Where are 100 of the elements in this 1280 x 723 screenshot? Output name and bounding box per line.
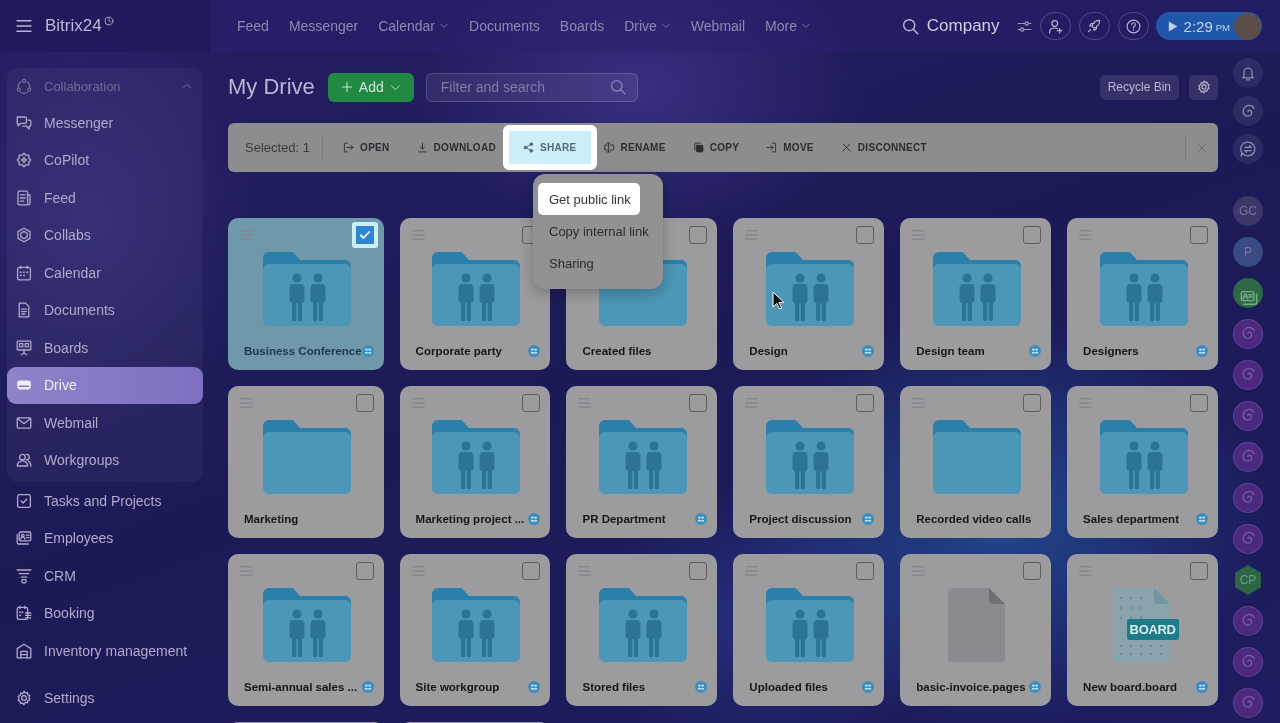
add-button[interactable]: Add: [327, 72, 414, 102]
folder-card[interactable]: Stored files: [566, 554, 718, 706]
nav-item[interactable]: Messenger: [288, 18, 359, 34]
sidebar-item[interactable]: CRM: [7, 557, 203, 595]
sidebar-item[interactable]: Employees: [7, 519, 203, 557]
action-button[interactable]: MOVE: [759, 131, 821, 164]
chat-avatar[interactable]: [1233, 442, 1263, 472]
action-button[interactable]: DISCONNECT: [833, 131, 934, 164]
assistant-button[interactable]: [1233, 96, 1263, 126]
folder-card[interactable]: Design team: [900, 218, 1052, 370]
checkbox[interactable]: [856, 562, 875, 580]
menu-icon[interactable]: [16, 19, 32, 33]
checkbox[interactable]: [856, 394, 875, 412]
sidebar-item[interactable]: Inventory management: [7, 632, 203, 670]
checkbox[interactable]: [1023, 562, 1042, 580]
work-day-button[interactable]: 2:29 PM: [1155, 12, 1262, 40]
checkbox[interactable]: [1190, 562, 1208, 580]
drag-handle-icon[interactable]: [240, 229, 253, 241]
chat-avatar[interactable]: [1233, 278, 1263, 308]
menu-item[interactable]: Get public link: [538, 183, 640, 215]
notifications-button[interactable]: [1233, 58, 1263, 88]
folder-card[interactable]: Site workgroup: [399, 554, 551, 706]
chat-avatar[interactable]: [1233, 524, 1263, 554]
nav-item[interactable]: Drive: [624, 18, 671, 34]
nav-item[interactable]: Documents: [469, 18, 540, 34]
folder-card[interactable]: Sales department: [1067, 386, 1218, 538]
sidebar-item[interactable]: Feed: [7, 179, 203, 217]
checkbox[interactable]: [689, 562, 708, 580]
folder-card[interactable]: Designers: [1067, 218, 1218, 370]
rocket-icon: [1087, 19, 1102, 33]
folder-card[interactable]: Business Conference: [228, 218, 384, 370]
checkbox[interactable]: [1190, 394, 1208, 412]
user-avatar[interactable]: [1234, 12, 1261, 40]
chat-avatar[interactable]: [1233, 360, 1263, 390]
chat-button[interactable]: [1233, 134, 1263, 164]
sidebar-item[interactable]: Booking: [7, 594, 203, 632]
checkbox[interactable]: [355, 394, 374, 412]
checkbox[interactable]: [1190, 226, 1208, 244]
chat-avatar[interactable]: [1233, 688, 1263, 718]
checkbox[interactable]: [689, 226, 708, 244]
folder-card[interactable]: PR Department: [566, 386, 718, 538]
play-icon: [1166, 19, 1179, 33]
chat-avatar[interactable]: [1233, 647, 1263, 677]
sidebar-item[interactable]: Calendar: [7, 254, 203, 292]
folder-card[interactable]: Corporate party: [399, 218, 551, 370]
bracket-arrow-icon: [343, 142, 355, 153]
nav-item[interactable]: Feed: [237, 18, 269, 34]
nav-item[interactable]: More: [765, 18, 811, 34]
chat-avatar[interactable]: [1233, 319, 1263, 349]
folder-card[interactable]: Marketing: [228, 386, 384, 538]
sidebar-item[interactable]: Workgroups: [7, 441, 203, 479]
folder-card[interactable]: Marketing project ...: [399, 386, 551, 538]
chat-avatar[interactable]: [1233, 483, 1263, 513]
nav-item[interactable]: Boards: [559, 18, 605, 34]
sidebar-item[interactable]: Documents: [7, 291, 203, 329]
sidebar-item[interactable]: Webmail: [7, 404, 203, 442]
action-button[interactable]: COPY: [685, 131, 747, 164]
chat-avatar[interactable]: [1233, 401, 1263, 431]
search-icon[interactable]: [901, 17, 919, 35]
sidebar-item[interactable]: Tasks and Projects: [7, 482, 203, 520]
action-button[interactable]: SHARE: [503, 125, 597, 170]
checkbox[interactable]: [1023, 226, 1042, 244]
chat-avatar[interactable]: [1233, 606, 1263, 636]
folder-card[interactable]: Semi-annual sales ...: [228, 554, 384, 706]
sidebar-group-title: Collaboration: [44, 78, 122, 94]
folder-people-icon: [432, 252, 521, 326]
nav-item[interactable]: Calendar: [378, 18, 449, 34]
file-card[interactable]: BOARD New board.board: [1067, 554, 1218, 706]
sidebar-item[interactable]: Collabs: [7, 216, 203, 254]
checkbox[interactable]: [689, 394, 708, 412]
checkbox[interactable]: [522, 394, 541, 412]
close-button[interactable]: [1185, 136, 1208, 159]
folder-card[interactable]: Project discussion: [733, 386, 885, 538]
checkbox[interactable]: [856, 226, 875, 244]
sliders-icon[interactable]: [1016, 18, 1032, 34]
sidebar-item[interactable]: Boards: [7, 329, 203, 367]
sidebar-item[interactable]: Settings: [7, 679, 203, 717]
folder-card[interactable]: Design: [733, 218, 885, 370]
action-button[interactable]: OPEN: [336, 131, 397, 164]
chat-arrows-icon: [1240, 141, 1256, 157]
action-button[interactable]: RENAME: [596, 131, 673, 164]
nav-item[interactable]: Webmail: [690, 18, 746, 34]
action-button[interactable]: DOWNLOAD: [409, 131, 503, 164]
checkbox[interactable]: [522, 562, 541, 580]
file-name: Marketing: [244, 513, 299, 525]
company-search-label[interactable]: Company: [926, 16, 1000, 36]
sidebar-item[interactable]: Drive: [7, 366, 203, 404]
settings-button[interactable]: [1189, 74, 1218, 100]
recycle-bin-button[interactable]: Recycle Bin: [1099, 74, 1179, 100]
folder-card[interactable]: Recorded video calls: [900, 386, 1052, 538]
logo-text[interactable]: Bitrix24: [45, 16, 102, 36]
file-name: Design team: [916, 345, 985, 357]
sidebar-item[interactable]: CoPilot: [7, 141, 203, 179]
checkbox[interactable]: [1023, 394, 1042, 412]
bell-icon: [1240, 65, 1256, 81]
file-card[interactable]: basic-invoice.pages: [900, 554, 1052, 706]
sidebar-item[interactable]: Messenger: [7, 104, 203, 142]
folder-people-icon: [432, 420, 521, 494]
checkbox[interactable]: [355, 562, 374, 580]
folder-card[interactable]: Uploaded files: [733, 554, 885, 706]
